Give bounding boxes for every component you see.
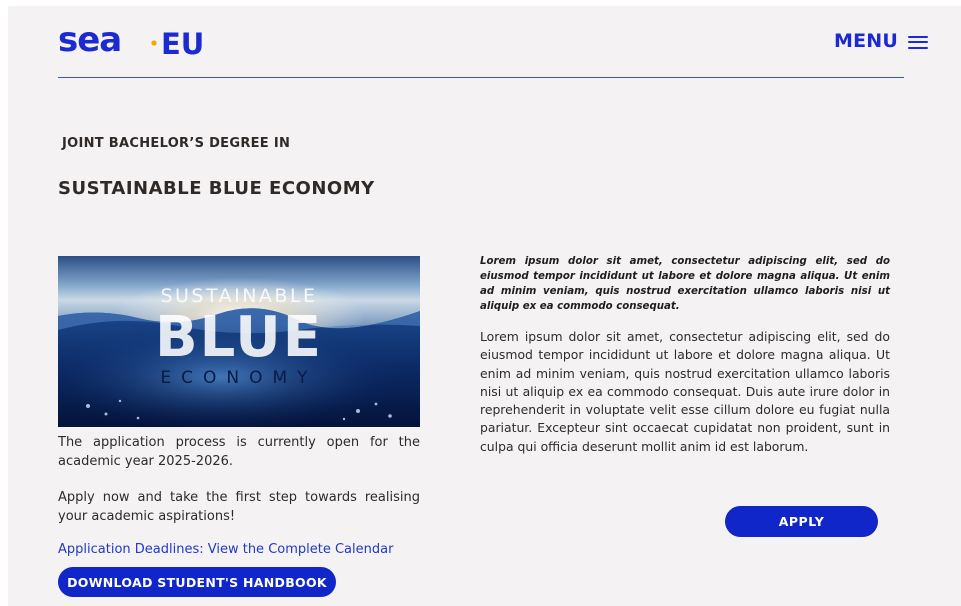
sea-eu-logo[interactable]: sea EU <box>58 24 208 58</box>
logo-text-sea: sea <box>58 24 121 58</box>
program-eyebrow: JOINT BACHELOR’S DEGREE IN <box>62 136 291 151</box>
logo-text-eu: EU <box>161 27 204 58</box>
hero-line1: SUSTAINABLE <box>160 285 317 307</box>
hero-image: SUSTAINABLE BLUE ECONOMY <box>58 256 420 427</box>
download-handbook-button[interactable]: DOWNLOAD STUDENT'S HANDBOOK <box>58 567 336 597</box>
description-text: Lorem ipsum dolor sit amet, consectetur … <box>480 329 890 454</box>
hero-line2: BLUE <box>155 305 323 370</box>
hamburger-icon <box>908 35 928 49</box>
hero-line3: ECONOMY <box>160 368 317 388</box>
logo-dot <box>151 40 157 46</box>
application-info: The application process is currently ope… <box>58 434 420 526</box>
apply-button[interactable]: APPLY <box>725 506 878 537</box>
deadlines-calendar-link[interactable]: Application Deadlines: View the Complete… <box>58 542 393 557</box>
intro-bold-text: Lorem ipsum dolor sit amet, consectetur … <box>480 256 890 312</box>
program-title: SUSTAINABLE BLUE ECONOMY <box>58 178 375 199</box>
header-divider <box>58 77 904 78</box>
menu-button[interactable]: MENU <box>834 30 928 52</box>
menu-label: MENU <box>833 30 898 52</box>
page: sea EU MENU JOINT BACHELOR’S DEGREE IN S… <box>8 6 961 606</box>
apply-now-text: Apply now and take the first step toward… <box>58 490 420 524</box>
application-open-text: The application process is currently ope… <box>58 435 420 469</box>
